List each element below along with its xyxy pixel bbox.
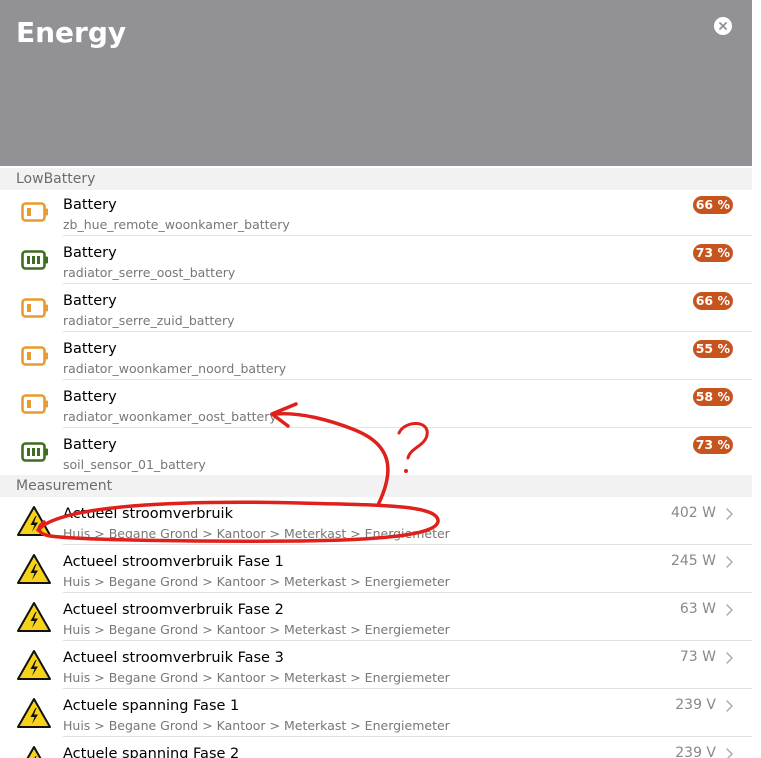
measurement-title: Actuele spanning Fase 1 [63, 698, 240, 714]
chevron-right-icon[interactable] [724, 507, 734, 521]
battery-entity-id: radiator_serre_oost_battery [63, 265, 236, 280]
measurement-row[interactable]: Actueel stroomverbruik Fase 2 Huis > Bega… [0, 593, 752, 641]
electric-warning-icon [17, 602, 51, 632]
chevron-right-icon[interactable] [724, 747, 734, 758]
measurement-breadcrumb: Huis > Begane Grond > Kantoor > Meterkas… [63, 718, 450, 733]
battery-entity-id: radiator_woonkamer_noord_battery [63, 361, 287, 376]
chevron-right-icon[interactable] [724, 699, 734, 713]
electric-warning-icon [17, 554, 51, 584]
battery-low-icon [21, 298, 48, 318]
measurement-title: Actueel stroomverbruik Fase 2 [63, 602, 284, 618]
battery-title: Battery [63, 437, 117, 453]
battery-entity-id: soil_sensor_01_battery [63, 457, 206, 472]
energy-panel: Energy LowBattery Battery zb_hue_remote_w… [0, 0, 752, 758]
electric-warning-icon [26, 746, 42, 758]
close-icon [719, 22, 727, 30]
battery-high-icon [21, 250, 48, 270]
battery-percentage-badge: 73 % [692, 244, 733, 262]
battery-title: Battery [63, 341, 117, 357]
page-title: Energy [16, 16, 127, 49]
electric-warning-icon [17, 650, 51, 680]
battery-row[interactable]: Battery radiator_serre_oost_battery 73 % [0, 236, 752, 284]
battery-low-icon [21, 346, 48, 366]
battery-entity-id: radiator_serre_zuid_battery [63, 313, 235, 328]
battery-entity-id: radiator_woonkamer_oost_battery [63, 409, 277, 424]
battery-percentage-badge: 66 % [692, 292, 733, 310]
measurement-breadcrumb: Huis > Begane Grond > Kantoor > Meterkas… [63, 526, 450, 541]
measurement-row[interactable]: Actueel stroomverbruik Fase 1 Huis > Bega… [0, 545, 752, 593]
electric-warning-icon [17, 698, 51, 728]
measurement-title: Actueel stroomverbruik Fase 1 [63, 554, 284, 570]
chevron-right-icon[interactable] [724, 555, 734, 569]
battery-row[interactable]: Battery radiator_serre_zuid_battery 66 % [0, 284, 752, 332]
battery-percentage-badge: 66 % [692, 196, 733, 214]
battery-high-icon [21, 442, 48, 462]
battery-title: Battery [63, 245, 117, 261]
battery-title: Battery [63, 197, 117, 213]
battery-percentage-badge: 58 % [692, 388, 733, 406]
close-button[interactable] [714, 17, 732, 35]
electric-warning-icon [17, 506, 51, 536]
chevron-right-icon[interactable] [724, 651, 734, 665]
chevron-right-icon[interactable] [724, 603, 734, 617]
section-header-measurement: Measurement [0, 475, 752, 497]
battery-percentage-badge: 73 % [692, 436, 733, 454]
measurement-row[interactable]: Actueel stroomverbruik Fase 3 Huis > Bega… [0, 641, 752, 689]
measurement-row[interactable]: Actuele spanning Fase 1 Huis > Begane Gro… [0, 689, 752, 737]
measurement-value: 73 W [679, 649, 716, 665]
measurement-value: 402 W [670, 505, 716, 521]
battery-title: Battery [63, 293, 117, 309]
measurement-breadcrumb: Huis > Begane Grond > Kantoor > Meterkas… [63, 574, 450, 589]
measurement-title: Actuele spanning Fase 2 [63, 746, 240, 758]
measurement-value: 239 V [675, 697, 716, 713]
page-edge [752, 0, 761, 758]
battery-entity-id: zb_hue_remote_woonkamer_battery [63, 217, 290, 232]
battery-low-icon [21, 202, 48, 222]
battery-title: Battery [63, 389, 117, 405]
measurement-value: 63 W [679, 601, 716, 617]
measurement-row[interactable]: Actueel stroomverbruik Huis > Begane Gron… [0, 497, 752, 545]
measurement-breadcrumb: Huis > Begane Grond > Kantoor > Meterkas… [63, 670, 450, 685]
section-header-lowbattery: LowBattery [0, 168, 752, 190]
battery-percentage-badge: 55 % [692, 340, 733, 358]
battery-low-icon [21, 394, 48, 414]
measurement-value: 245 W [670, 553, 716, 569]
battery-row[interactable]: Battery soil_sensor_01_battery 73 % [0, 428, 752, 476]
measurement-breadcrumb: Huis > Begane Grond > Kantoor > Meterkas… [63, 622, 450, 637]
battery-row[interactable]: Battery radiator_woonkamer_oost_battery 58… [0, 380, 752, 428]
measurement-title: Actueel stroomverbruik [63, 506, 233, 522]
measurement-row[interactable]: Actuele spanning Fase 2 239 V [0, 737, 752, 758]
panel-header: Energy [0, 0, 752, 166]
measurement-value: 239 V [675, 745, 716, 758]
measurement-title: Actueel stroomverbruik Fase 3 [63, 650, 284, 666]
battery-row[interactable]: Battery radiator_woonkamer_noord_battery 5… [0, 332, 752, 380]
battery-row[interactable]: Battery zb_hue_remote_woonkamer_battery 66… [0, 188, 752, 236]
